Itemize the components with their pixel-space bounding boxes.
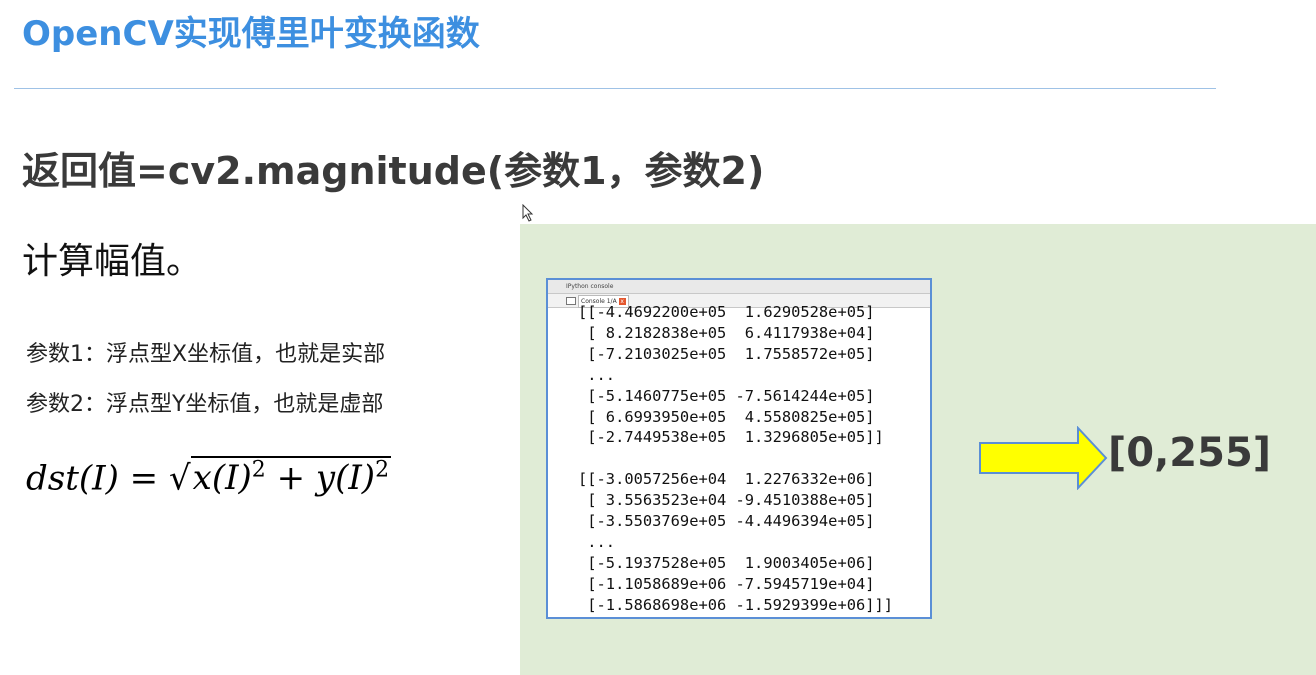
title-divider xyxy=(14,88,1216,89)
right-arrow-icon xyxy=(979,426,1108,490)
param-1-description: 参数1：浮点型X坐标值，也就是实部 xyxy=(26,342,386,367)
magnitude-formula: dst(I) = √x(I)2 + y(I)2 xyxy=(26,456,392,499)
sqrt-radicand: x(I)2 + y(I)2 xyxy=(190,456,392,499)
formula-exponent-x: 2 xyxy=(251,458,266,483)
mouse-cursor-icon xyxy=(522,204,534,222)
formula-term-y: y(I) xyxy=(315,458,376,499)
console-output-text: [[-4.4692200e+05 1.6290528e+05] [ 8.2182… xyxy=(578,303,894,614)
console-title-bar: IPython console xyxy=(548,280,930,294)
formula-exponent-y: 2 xyxy=(375,458,390,483)
formula-lhs: dst(I) xyxy=(26,458,119,499)
formula-term-x: x(I) xyxy=(192,458,252,499)
sqrt-symbol: √ xyxy=(168,458,191,499)
param-2-description: 参数2：浮点型Y坐标值，也就是虚部 xyxy=(26,392,384,417)
folder-icon[interactable] xyxy=(566,297,576,305)
formula-equals: = xyxy=(129,458,159,499)
formula-plus: + xyxy=(276,458,306,499)
function-syntax: 返回值=cv2.magnitude(参数1，参数2) xyxy=(22,149,765,193)
slide-title: OpenCV实现傅里叶变换函数 xyxy=(22,14,480,54)
ipython-console-window: IPython console Console 1/A x [[-4.469220… xyxy=(546,278,932,619)
function-description: 计算幅值。 xyxy=(22,241,203,282)
output-range-label: [0,255] xyxy=(1108,430,1272,476)
